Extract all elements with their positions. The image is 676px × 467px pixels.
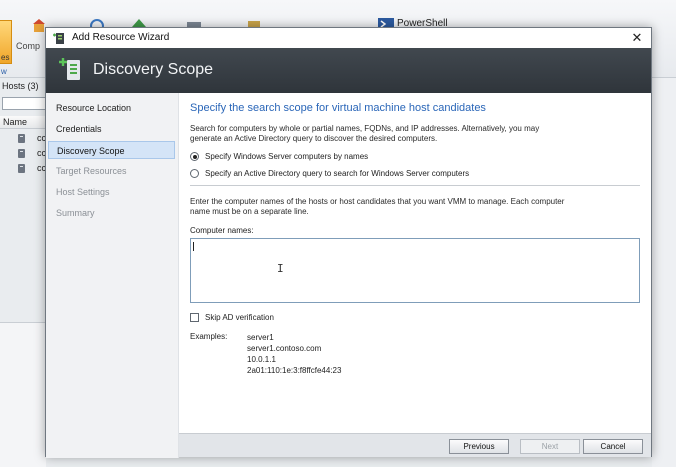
step-target-resources[interactable]: Target Resources bbox=[48, 162, 175, 180]
name-column-header[interactable]: Name bbox=[0, 116, 46, 129]
radio-label-ad-query: Specify an Active Directory query to sea… bbox=[205, 169, 470, 178]
server-icon bbox=[18, 134, 25, 143]
close-button[interactable]: ✕ bbox=[623, 28, 651, 48]
intro-text-line-1: Search for computers by whole or partial… bbox=[190, 124, 540, 133]
computer-names-input[interactable]: I bbox=[190, 238, 640, 303]
next-button[interactable]: Next bbox=[520, 439, 580, 454]
page-heading: Specify the search scope for virtual mac… bbox=[190, 102, 486, 114]
wizard-banner: Discovery Scope bbox=[46, 48, 651, 93]
computer-names-label: Computer names: bbox=[190, 226, 254, 235]
example-item: server1 bbox=[247, 333, 274, 342]
wizard-content: Specify the search scope for virtual mac… bbox=[189, 93, 641, 433]
step-summary[interactable]: Summary bbox=[48, 204, 175, 222]
radio-label-by-names: Specify Windows Server computers by name… bbox=[205, 152, 369, 161]
host-row[interactable]: cc bbox=[0, 146, 46, 161]
compute-label: Comp bbox=[16, 41, 41, 51]
intro-text-line-2: generate an Active Directory query to di… bbox=[190, 134, 438, 143]
ribbon-view-label[interactable]: w bbox=[1, 67, 7, 76]
checkbox-box[interactable] bbox=[190, 313, 199, 322]
section-divider bbox=[190, 185, 640, 186]
wizard-steps-nav: Resource Location Credentials Discovery … bbox=[46, 93, 179, 458]
hosts-header: Hosts (3) bbox=[2, 81, 39, 91]
example-item: 2a01:110:1e:3:f8ffcfe44:23 bbox=[247, 366, 342, 375]
instructions-line-2: name must be on a separate line. bbox=[190, 207, 309, 216]
text-caret bbox=[193, 242, 194, 251]
radio-button-selected[interactable] bbox=[190, 152, 199, 161]
examples-list: server1 server1.contoso.com 10.0.1.1 2a0… bbox=[247, 332, 341, 376]
ibeam-cursor-icon: I bbox=[277, 262, 284, 275]
ribbon-button-label: es bbox=[1, 53, 10, 62]
instructions-line-1: Enter the computer names of the hosts or… bbox=[190, 197, 565, 206]
step-resource-location[interactable]: Resource Location bbox=[48, 99, 175, 117]
radio-button[interactable] bbox=[190, 169, 199, 178]
example-item: server1.contoso.com bbox=[247, 344, 322, 353]
hosts-search-input[interactable] bbox=[2, 97, 46, 110]
dialog-title: Add Resource Wizard bbox=[72, 32, 170, 43]
server-add-icon bbox=[59, 58, 80, 80]
host-row[interactable]: cc bbox=[0, 131, 46, 146]
step-host-settings[interactable]: Host Settings bbox=[48, 183, 175, 201]
step-discovery-scope[interactable]: Discovery Scope bbox=[48, 141, 175, 159]
banner-title: Discovery Scope bbox=[93, 61, 214, 78]
step-credentials[interactable]: Credentials bbox=[48, 120, 175, 138]
wizard-footer: Previous Next Cancel bbox=[179, 433, 651, 457]
server-icon bbox=[18, 149, 25, 158]
previous-button[interactable]: Previous bbox=[449, 439, 509, 454]
skip-ad-verification-label: Skip AD verification bbox=[205, 313, 274, 322]
host-row[interactable]: cc bbox=[0, 161, 46, 176]
cancel-button[interactable]: Cancel bbox=[583, 439, 643, 454]
wizard-app-icon bbox=[53, 33, 64, 44]
console-details-pane bbox=[0, 322, 46, 467]
dialog-titlebar[interactable]: Add Resource Wizard ✕ bbox=[46, 28, 651, 48]
examples-label: Examples: bbox=[190, 332, 228, 341]
console-right-pane bbox=[652, 78, 676, 467]
example-item: 10.0.1.1 bbox=[247, 355, 276, 364]
server-icon bbox=[18, 164, 25, 173]
add-resource-wizard-dialog: Add Resource Wizard ✕ Discovery Scope Re… bbox=[45, 27, 652, 458]
